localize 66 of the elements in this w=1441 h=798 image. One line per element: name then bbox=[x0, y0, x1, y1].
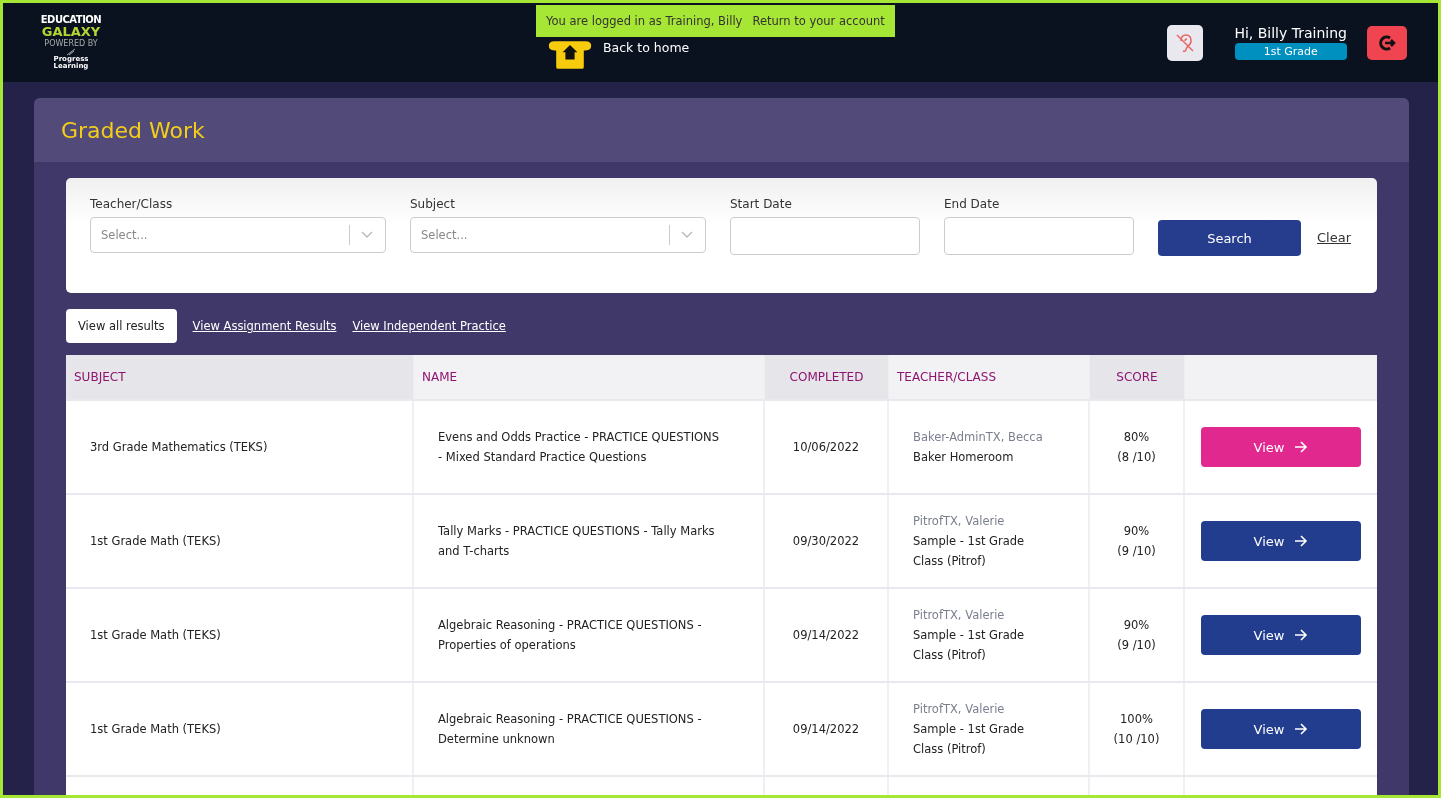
hearing-off-button[interactable] bbox=[1167, 24, 1204, 61]
score-points: (9 /10) bbox=[1117, 637, 1156, 654]
page-title: Graded Work bbox=[61, 117, 205, 143]
select-field[interactable]: Select... bbox=[90, 217, 386, 253]
view-tab[interactable]: View Assignment Results bbox=[192, 319, 337, 333]
user-greeting: Hi, Billy Training bbox=[1234, 25, 1347, 41]
score-percent: 90% bbox=[1123, 523, 1150, 540]
assignment-name-cell-text: Algebraic Reasoning - PRACTICE QUESTIONS - Determine unknown bbox=[438, 711, 703, 748]
score-points: (9 /10) bbox=[1117, 543, 1156, 560]
teacher-name: PitrofTX, Valerie bbox=[913, 513, 1005, 530]
score-percent: 100% bbox=[1120, 711, 1153, 728]
assignment-name-cell-text: Evens and Odds Practice - PRACTICE QUESTIONS - Mixed Standard Practice Questions bbox=[438, 429, 720, 466]
date-field[interactable] bbox=[944, 217, 1134, 255]
arrow-right-icon bbox=[1294, 723, 1309, 735]
score-percent: 80% bbox=[1123, 429, 1150, 446]
completed-date-cell-text: 09/14/2022 bbox=[792, 627, 860, 644]
score-points: (8 /10) bbox=[1117, 449, 1156, 466]
filter-label: Start Date bbox=[730, 197, 793, 211]
teacher-name: PitrofTX, Valerie bbox=[913, 607, 1005, 624]
view-button[interactable]: View bbox=[1201, 521, 1361, 561]
completed-date-cell-text: 09/30/2022 bbox=[792, 533, 860, 550]
view-button[interactable]: View bbox=[1201, 427, 1361, 467]
view-button[interactable]: View bbox=[1201, 615, 1361, 655]
column-header: SCORE bbox=[1090, 355, 1185, 399]
assignment-name-cell-text: Algebraic Reasoning - PRACTICE QUESTIONS - Properties of operations bbox=[438, 617, 703, 654]
arrow-right-icon bbox=[1294, 535, 1309, 547]
column-header: SUBJECT bbox=[66, 355, 414, 399]
column-header: TEACHER/CLASS bbox=[889, 355, 1090, 399]
logout-button[interactable] bbox=[1367, 25, 1407, 60]
class-name: Sample - 1st Grade Class (Pitrof) bbox=[913, 627, 1026, 664]
search-button[interactable]: Search bbox=[1158, 220, 1301, 256]
column-header: NAME bbox=[414, 355, 765, 399]
view-button[interactable]: View bbox=[1201, 709, 1361, 749]
home-icon[interactable] bbox=[547, 39, 593, 70]
arrow-right-icon bbox=[1294, 629, 1309, 641]
assignment-name-cell-text: Tally Marks - PRACTICE QUESTIONS - Tally Marks and T-charts bbox=[438, 523, 716, 560]
column-header: COMPLETED bbox=[765, 355, 889, 399]
back-to-home-link[interactable]: Back to home bbox=[603, 40, 690, 55]
arrow-right-icon bbox=[1294, 441, 1309, 453]
class-name: Sample - 1st Grade Class (Pitrof) bbox=[913, 721, 1026, 758]
subject-cell-text: 3rd Grade Mathematics (TEKS) bbox=[90, 439, 268, 456]
subject-cell-text: 1st Grade Math (TEKS) bbox=[90, 721, 221, 738]
filter-label: End Date bbox=[944, 197, 1001, 211]
completed-date-cell-text: 09/14/2022 bbox=[792, 721, 860, 738]
subject-cell-text: 1st Grade Math (TEKS) bbox=[90, 533, 221, 550]
score-percent: 90% bbox=[1123, 617, 1150, 634]
teacher-name: PitrofTX, Valerie bbox=[913, 701, 1005, 718]
date-field[interactable] bbox=[730, 217, 920, 255]
chevron-down-icon bbox=[361, 231, 373, 239]
teacher-name: Baker-AdminTX, Becca bbox=[913, 429, 1043, 446]
class-name: Baker Homeroom bbox=[913, 449, 1014, 466]
grade-badge: 1st Grade bbox=[1234, 43, 1347, 60]
return-to-account-link[interactable]: Return to your account bbox=[752, 14, 885, 28]
view-tab[interactable]: View Independent Practice bbox=[352, 319, 506, 333]
select-field[interactable]: Select... bbox=[410, 217, 706, 253]
view-tab[interactable]: View all results bbox=[66, 309, 177, 343]
class-name: Sample - 1st Grade Class (Pitrof) bbox=[913, 533, 1026, 570]
score-points: (10 /10) bbox=[1113, 731, 1160, 748]
completed-date-cell-text: 10/06/2022 bbox=[792, 439, 860, 456]
subject-cell-text: 1st Grade Math (TEKS) bbox=[90, 627, 221, 644]
chevron-down-icon bbox=[681, 231, 693, 239]
filter-label: Subject bbox=[410, 197, 456, 211]
clear-link[interactable]: Clear bbox=[1317, 230, 1351, 245]
filter-label: Teacher/Class bbox=[90, 197, 174, 211]
logout-icon bbox=[1377, 32, 1397, 53]
banner-text: You are logged in as Training, Billy bbox=[546, 14, 743, 28]
